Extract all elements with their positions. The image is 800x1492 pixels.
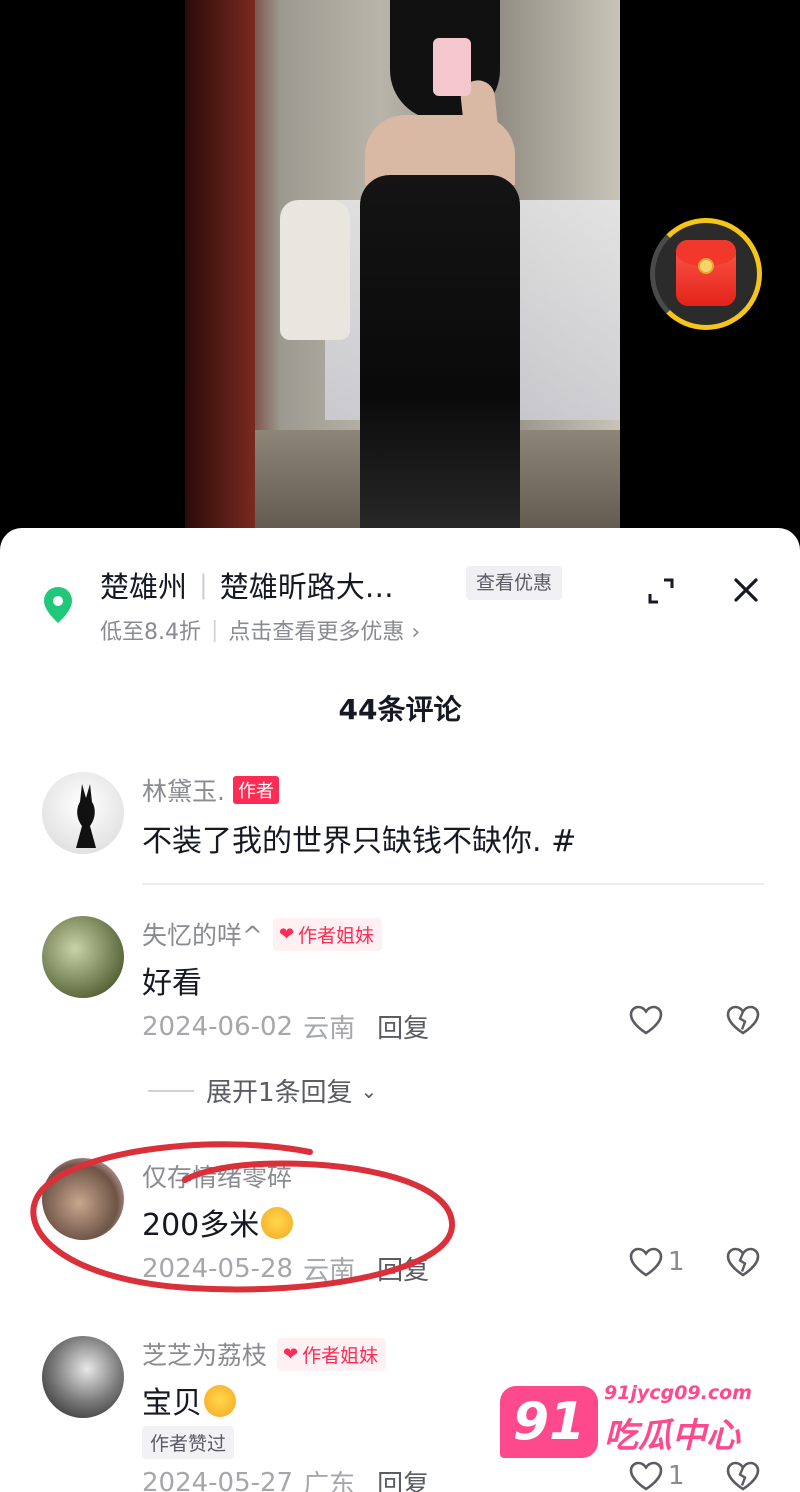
watermark-domain: 91jycg09.com <box>604 1382 752 1404</box>
like-button[interactable]: 1 <box>628 1246 685 1278</box>
author-badge: 作者 <box>232 776 279 804</box>
separator: | <box>199 570 208 600</box>
hearts-icon: ❤ <box>283 1343 299 1365</box>
watermark-logo: 91 91jycg09.com 吃瓜中心 <box>500 1378 752 1468</box>
comment-text: 不装了我的世界只缺钱不缺你. # <box>142 824 577 859</box>
dislike-button[interactable] <box>725 1246 761 1282</box>
author-sister-badge: ❤ 作者姐妹 <box>277 1337 387 1371</box>
comment-sheet: 楚雄州 | 楚雄昕路大… 查看优惠 低至8.4折 | 点击查看更多优惠 › 44… <box>0 528 800 1492</box>
comment-date: 2024-05-27 <box>142 1467 294 1492</box>
like-count: 1 <box>668 1247 685 1277</box>
expand-replies-button[interactable]: 展开1条回复 ⌄ <box>148 1072 377 1109</box>
comment-date: 2024-06-02 <box>142 1011 294 1042</box>
comment-username[interactable]: 林黛玉. 作者 <box>142 772 279 808</box>
location-pin-icon <box>44 587 72 623</box>
comment-meta: 2024-05-27 广东 回复 <box>142 1464 429 1492</box>
expand-icon[interactable] <box>646 576 676 606</box>
comments-count-title: 44条评论 <box>338 693 462 726</box>
location-place: 楚雄昕路大… <box>219 570 394 604</box>
location-title[interactable]: 楚雄州 | 楚雄昕路大… <box>100 564 394 606</box>
watermark-name: 吃瓜中心 <box>604 1416 740 1456</box>
kiss-emoji-icon <box>204 1385 236 1417</box>
more-offers-link[interactable]: 点击查看更多优惠 › <box>228 614 420 646</box>
divider <box>142 883 764 885</box>
video-player[interactable] <box>0 0 800 560</box>
avatar[interactable] <box>42 772 124 854</box>
avatar[interactable] <box>42 916 124 998</box>
author-liked-badge: 作者赞过 <box>142 1426 235 1459</box>
comment-meta: 2024-06-02 云南 回复 <box>142 1008 429 1045</box>
comment-text: 宝贝 <box>142 1378 236 1422</box>
video-frame <box>185 0 620 540</box>
like-button[interactable] <box>628 1004 664 1036</box>
avatar[interactable] <box>42 1336 124 1418</box>
watermark-badge: 91 <box>500 1386 598 1458</box>
author-sister-badge: ❤ 作者姐妹 <box>272 917 383 951</box>
heart-icon <box>629 1247 663 1277</box>
comment-text: 好看 <box>142 966 202 1001</box>
comment-region: 广东 <box>303 1470 356 1492</box>
discount-text: 低至8.4折 <box>100 620 201 645</box>
location-city: 楚雄州 <box>100 570 188 604</box>
close-icon[interactable] <box>730 574 762 606</box>
chevron-down-icon: ⌄ <box>360 1078 378 1103</box>
reply-button[interactable]: 回复 <box>377 1008 429 1045</box>
heart-icon <box>629 1005 663 1035</box>
annotation-circle <box>30 1141 456 1293</box>
comment-username[interactable]: 芝芝为荔枝 ❤ 作者姐妹 <box>142 1336 387 1372</box>
hearts-icon: ❤ <box>278 923 295 945</box>
comment-username[interactable]: 失忆的咩^ ❤ 作者姐妹 <box>142 916 383 952</box>
dislike-button[interactable] <box>725 1004 761 1040</box>
view-offers-button[interactable]: 查看优惠 <box>466 566 563 600</box>
red-packet-icon[interactable] <box>676 240 736 306</box>
broken-heart-icon <box>726 1247 760 1277</box>
comment-region: 云南 <box>303 1014 356 1044</box>
reply-button[interactable]: 回复 <box>377 1464 429 1492</box>
broken-heart-icon <box>726 1005 760 1035</box>
location-subtitle[interactable]: 低至8.4折 | 点击查看更多优惠 › <box>100 614 420 646</box>
